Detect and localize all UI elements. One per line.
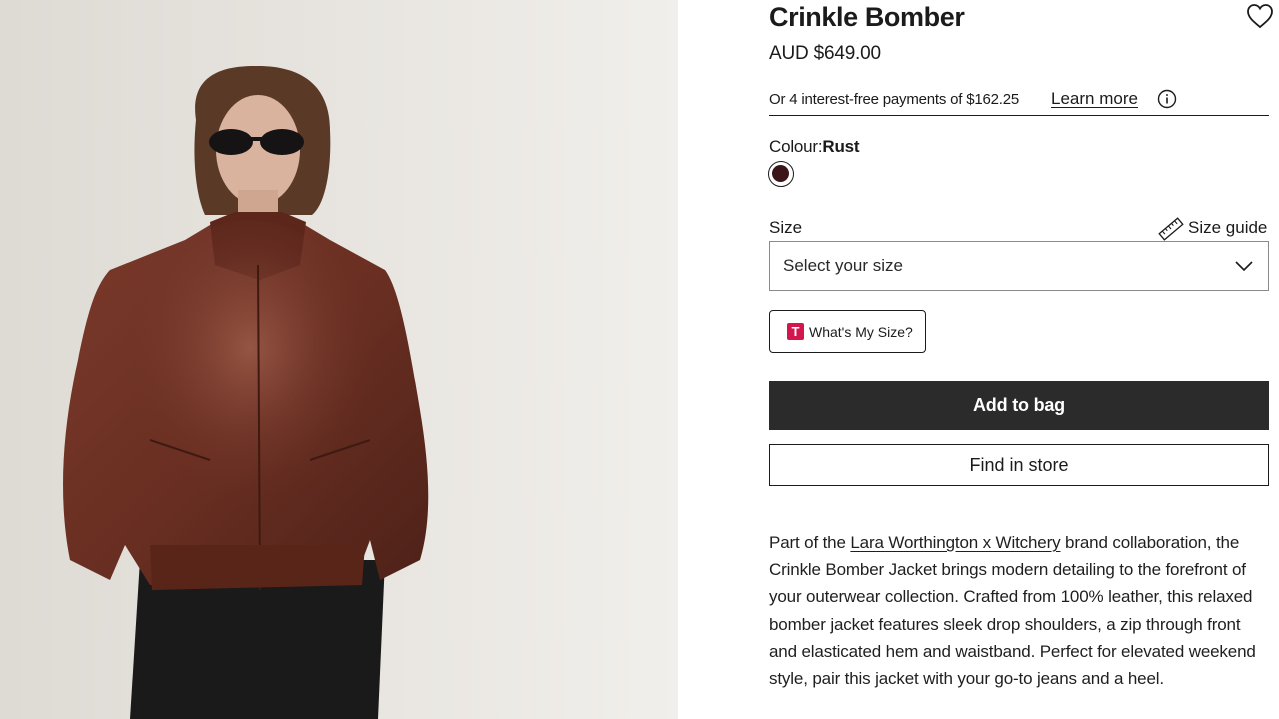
collaboration-link[interactable]: Lara Worthington x Witchery bbox=[850, 533, 1060, 552]
product-photo-illustration bbox=[0, 0, 678, 719]
title-row: Crinkle Bomber bbox=[769, 0, 1279, 40]
size-guide-label: Size guide bbox=[1188, 218, 1268, 237]
colour-value: Rust bbox=[822, 137, 860, 156]
truefit-logo-icon: T bbox=[787, 323, 804, 340]
description-text-start: Part of the bbox=[769, 533, 851, 552]
find-in-store-button[interactable]: Find in store bbox=[769, 444, 1269, 486]
installment-text: Or 4 interest-free payments of $162.25 bbox=[769, 91, 1020, 108]
ruler-icon bbox=[1158, 217, 1184, 241]
whats-my-size-label: What's My Size? bbox=[809, 324, 913, 340]
learn-more-link[interactable]: Learn more bbox=[1051, 88, 1138, 110]
size-select-placeholder: Select your size bbox=[783, 256, 903, 275]
size-label: Size bbox=[769, 218, 803, 237]
product-info: Crinkle Bomber AUD $649.00 Or 4 interest… bbox=[768, 0, 1273, 719]
chevron-down-icon bbox=[1235, 261, 1253, 272]
installment-banner: Or 4 interest-free payments of $162.25 L… bbox=[769, 86, 1269, 116]
product-price: AUD $649.00 bbox=[769, 43, 881, 64]
add-to-bag-button[interactable]: Add to bag bbox=[769, 381, 1269, 430]
colour-swatch-rust[interactable] bbox=[768, 161, 794, 187]
size-select[interactable]: Select your size bbox=[769, 241, 1269, 291]
colour-label-text: Colour: bbox=[769, 137, 823, 156]
colour-label: Colour:Rust bbox=[769, 136, 860, 158]
whats-my-size-button[interactable]: T What's My Size? bbox=[769, 310, 926, 353]
heart-icon[interactable] bbox=[1245, 2, 1275, 30]
info-icon[interactable] bbox=[1157, 89, 1177, 109]
description-text-end: brand collaboration, the Crinkle Bomber … bbox=[769, 533, 1256, 689]
product-description: Part of the Lara Worthington x Witchery … bbox=[769, 529, 1264, 692]
size-guide-link[interactable]: Size guide bbox=[1157, 215, 1269, 241]
product-title: Crinkle Bomber bbox=[769, 2, 965, 32]
swatch-fill bbox=[772, 165, 789, 182]
product-image bbox=[0, 0, 678, 719]
